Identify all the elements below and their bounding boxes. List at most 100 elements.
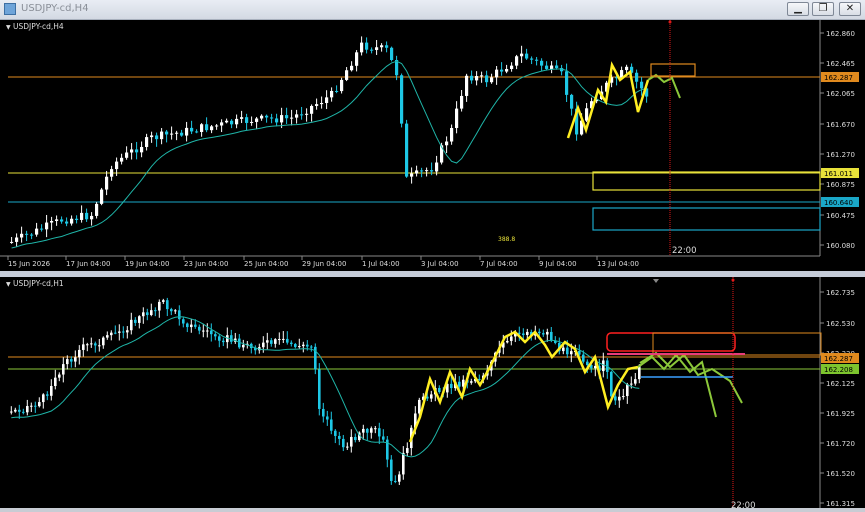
h4-time-label: 7 Jul 04:00: [480, 260, 518, 268]
h4-candle-body: [265, 115, 269, 118]
h1-price-label: 162.125: [826, 380, 855, 388]
h1-candle-body: [38, 402, 41, 407]
h4-candle-body: [270, 117, 274, 119]
h4-candle-body: [390, 47, 394, 61]
h1-candle-body: [622, 396, 625, 398]
h4-price-label: 161.670: [826, 121, 855, 129]
h1-candle-body: [630, 383, 633, 385]
h4-price-highlight-label: 160.640: [824, 199, 853, 207]
h1-candle-body: [194, 324, 197, 327]
h4-candle-body: [530, 58, 534, 60]
h1-candle-body: [150, 310, 153, 316]
h4-candle-body: [210, 126, 214, 131]
h4-candle-body: [320, 103, 324, 105]
h1-candle-body: [242, 344, 245, 348]
minimize-button[interactable]: ▁: [787, 2, 809, 16]
h4-chart-canvas[interactable]: 162.860 162.465 162.065 161.670 161.270 160.8…: [0, 20, 865, 271]
h1-candle-body: [18, 409, 21, 412]
h1-candle-body: [318, 369, 321, 409]
h4-candle-body: [110, 169, 114, 177]
h1-candle-body: [438, 387, 441, 393]
h4-cyan-zone[interactable]: [592, 207, 821, 231]
h4-candle-body: [480, 75, 484, 77]
h4-candle-body: [175, 132, 179, 134]
h4-candle-body: [190, 127, 194, 132]
h1-candle-body: [538, 331, 541, 334]
h4-price-axis[interactable]: [820, 20, 865, 271]
h1-candle-body: [154, 310, 157, 312]
h4-candle-body: [225, 120, 229, 123]
h1-crosshair-time: 22:00: [731, 501, 756, 508]
h1-candle-body: [186, 323, 189, 328]
close-button[interactable]: ✕: [839, 2, 861, 16]
h4-candle-body: [170, 133, 174, 135]
h1-red-zone[interactable]: [606, 332, 736, 352]
h4-candle-body: [200, 124, 204, 132]
h1-candle-body: [270, 340, 273, 344]
h4-price-label: 162.065: [826, 90, 855, 98]
h1-price-label: 161.925: [826, 410, 855, 418]
h4-candle-body: [245, 117, 249, 123]
chart-window-icon: [4, 3, 16, 15]
h1-candle-body: [470, 381, 473, 383]
h4-yellow-zone[interactable]: [592, 171, 821, 191]
h1-candle-body: [582, 354, 585, 362]
h1-candle-body: [546, 331, 549, 335]
h4-candle-body: [330, 90, 334, 98]
title-bar: USDJPY-cd,H4 ▁ ❐ ✕: [0, 0, 865, 20]
h4-candle-body: [115, 161, 119, 170]
h4-candle-body: [295, 114, 299, 118]
h1-candle-body: [10, 411, 13, 413]
h4-price-label: 160.875: [826, 181, 855, 189]
h1-candle-body: [570, 351, 573, 355]
h4-time-label: 23 Jun 04:00: [184, 260, 228, 268]
h4-price-label: 160.080: [826, 242, 855, 250]
h4-candle-body: [510, 65, 514, 69]
h1-candle-body: [518, 332, 521, 334]
h1-candle-body: [458, 381, 461, 387]
h1-price-highlight-label: 162.208: [824, 366, 853, 374]
h1-candle-body: [266, 340, 269, 343]
h4-candle-body: [60, 219, 64, 222]
h1-candle-body: [106, 335, 109, 338]
h1-candle-body: [286, 338, 289, 343]
h1-candle-body: [82, 344, 85, 350]
h4-candle-body: [100, 189, 104, 204]
h4-candle-body: [65, 221, 69, 224]
h4-candle-body: [195, 131, 199, 133]
h4-chart-panel[interactable]: 162.860 162.465 162.065 161.670 161.270 160.8…: [0, 20, 865, 271]
h1-candle-body: [602, 360, 605, 372]
h1-candle-body: [306, 344, 309, 347]
h4-candle-body: [30, 234, 34, 236]
h4-candle-body: [490, 77, 494, 83]
h4-candle-body: [445, 141, 449, 146]
h4-center-marker: 388.8: [498, 236, 515, 243]
h4-candle-body: [145, 137, 149, 147]
h1-candle-body: [342, 438, 345, 448]
h4-candle-body: [90, 215, 94, 220]
h1-shift-marker-icon[interactable]: [653, 279, 659, 283]
h4-crosshair-time: 22:00: [672, 246, 697, 256]
h4-candle-body: [40, 228, 44, 230]
h1-candle-body: [510, 336, 513, 341]
h1-candle-body: [102, 337, 105, 346]
h1-candle-body: [114, 332, 117, 334]
h4-candle-body: [585, 108, 589, 121]
h1-candle-body: [146, 312, 149, 316]
h1-candle-body: [562, 347, 565, 352]
h1-chart-canvas[interactable]: 162.735162.530162.330162.125161.925161.7…: [0, 277, 865, 511]
h1-candle-body: [138, 316, 141, 323]
h1-candle-body: [62, 364, 65, 375]
h4-candle-body: [55, 219, 59, 221]
restore-button[interactable]: ❐: [812, 2, 834, 16]
h4-orange-zone[interactable]: [650, 63, 696, 77]
h4-candle-body: [435, 162, 439, 172]
h1-chart-panel[interactable]: 162.735162.530162.330162.125161.925161.7…: [0, 277, 865, 511]
h4-candle-body: [425, 170, 429, 172]
h4-candle-body: [565, 71, 569, 95]
h4-candle-body: [45, 222, 49, 230]
h1-candle-body: [58, 374, 61, 378]
h4-candle-body: [10, 241, 14, 243]
h1-candle-body: [210, 330, 213, 335]
h4-candle-body: [125, 152, 129, 158]
